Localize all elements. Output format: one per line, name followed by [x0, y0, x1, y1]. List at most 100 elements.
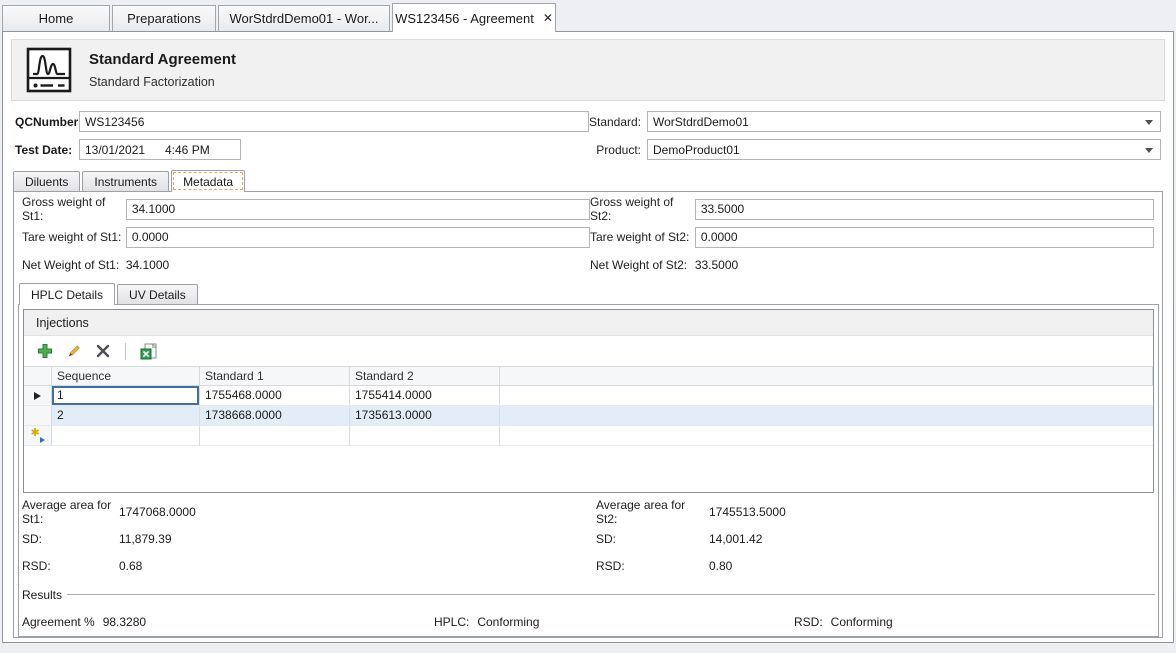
results-group-label: Results — [22, 588, 62, 602]
tab-metadata[interactable]: Metadata — [171, 170, 245, 192]
sd-st2-label: SD: — [596, 532, 709, 546]
tare-st1-input[interactable] — [126, 227, 590, 248]
edit-row-button[interactable] — [65, 342, 83, 360]
gross-st1-input[interactable] — [126, 199, 590, 220]
test-date-value: 13/01/2021 — [85, 143, 165, 157]
tare-st2-input[interactable] — [695, 227, 1154, 248]
column-header-filler — [500, 367, 1153, 385]
page-subtitle: Standard Factorization — [89, 75, 236, 89]
gross-st2-label: Gross weight of St2: — [590, 195, 690, 223]
row-header[interactable] — [24, 406, 52, 425]
tab-worstdrddemo01[interactable]: WorStdrdDemo01 - Wor... — [218, 5, 390, 31]
chevron-down-icon[interactable] — [1145, 148, 1153, 153]
new-row[interactable]: ✱ — [24, 426, 1153, 446]
tab-preparations-label: Preparations — [127, 11, 201, 26]
sd-st1-value: 11,879.39 — [119, 532, 172, 546]
new-row-icon: ✱ — [31, 429, 45, 443]
cell-filler[interactable] — [500, 406, 1153, 425]
sd-st2-value: 14,001.42 — [709, 532, 762, 546]
table-row[interactable]: 2 1738668.0000 1735613.0000 — [24, 406, 1153, 426]
application-window: Home Preparations WorStdrdDemo01 - Wor..… — [0, 0, 1176, 643]
export-excel-button[interactable] — [139, 342, 157, 360]
cell-new[interactable] — [200, 426, 350, 445]
detail-tabstrip: HPLC Details UV Details — [14, 283, 1162, 304]
separator-line — [67, 594, 1155, 595]
tab-worstdrddemo01-label: WorStdrdDemo01 - Wor... — [229, 11, 378, 26]
agreement-result: Agreement % 98.3280 — [22, 615, 434, 629]
add-icon — [37, 343, 53, 359]
rsd-result-label: RSD: — [794, 615, 823, 629]
toolbar-separator — [125, 343, 126, 360]
hplc-details-tabpage: Injections — [18, 304, 1159, 637]
chevron-down-icon[interactable] — [1145, 120, 1153, 125]
close-icon[interactable]: ✕ — [543, 12, 553, 24]
tab-diluents[interactable]: Diluents — [13, 171, 80, 191]
gross-st1-label: Gross weight of St1: — [22, 195, 126, 223]
tab-preparations[interactable]: Preparations — [112, 5, 216, 31]
tab-diluents-label: Diluents — [25, 175, 68, 189]
net-st2-value: 33.5000 — [695, 258, 1154, 272]
chromatogram-icon — [26, 47, 72, 93]
standard-combobox[interactable]: WorStdrdDemo01 — [647, 111, 1161, 132]
tab-hplc-details[interactable]: HPLC Details — [19, 283, 115, 305]
column-header-standard2[interactable]: Standard 2 — [350, 367, 500, 385]
product-label: Product: — [589, 143, 641, 157]
tab-home[interactable]: Home — [2, 5, 110, 31]
cell-filler[interactable] — [500, 426, 1153, 445]
cell-sequence-1[interactable]: 1 — [52, 386, 200, 405]
hplc-result: HPLC: Conforming — [434, 615, 794, 629]
cell-sequence-2[interactable]: 2 — [52, 406, 200, 425]
cell-standard2-2[interactable]: 1735613.0000 — [350, 406, 500, 425]
add-row-button[interactable] — [36, 342, 54, 360]
tare-st1-label: Tare weight of St1: — [22, 230, 126, 244]
cell-standard1-1[interactable]: 1755468.0000 — [200, 386, 350, 405]
tab-uv-details-label: UV Details — [129, 288, 186, 302]
sd-st1-label: SD: — [22, 532, 119, 546]
page-header: Standard Agreement Standard Factorizatio… — [11, 39, 1165, 101]
column-header-standard1[interactable]: Standard 1 — [200, 367, 350, 385]
tab-ws123456-agreement[interactable]: WS123456 - Agreement ✕ — [392, 3, 556, 32]
product-combobox[interactable]: DemoProduct01 — [647, 139, 1161, 160]
row-header-new[interactable]: ✱ — [24, 426, 52, 445]
product-combobox-value: DemoProduct01 — [653, 143, 740, 157]
cell-standard2-1[interactable]: 1755414.0000 — [350, 386, 500, 405]
injections-toolbar — [24, 336, 1153, 366]
standard-label: Standard: — [589, 115, 641, 129]
st1-stats: Average area for St1: 1747068.0000 SD: 1… — [22, 505, 596, 586]
tab-instruments[interactable]: Instruments — [82, 171, 169, 191]
page-title: Standard Agreement — [89, 51, 236, 68]
cell-standard1-2[interactable]: 1738668.0000 — [200, 406, 350, 425]
rsd-st2-label: RSD: — [596, 559, 709, 573]
hplc-result-value: Conforming — [477, 615, 539, 629]
agreement-page: Standard Agreement Standard Factorizatio… — [2, 31, 1174, 643]
metadata-tabpage: Gross weight of St1: Gross weight of St2… — [13, 191, 1163, 638]
current-row-arrow-icon — [34, 392, 41, 400]
table-row[interactable]: 1 1755468.0000 1755414.0000 — [24, 386, 1153, 406]
delete-row-button[interactable] — [94, 342, 112, 360]
row-header-current[interactable] — [24, 386, 52, 405]
form-area: QCNumber: Standard: WorStdrdDemo01 Test … — [3, 101, 1173, 160]
test-date-input[interactable]: 13/01/2021 4:46 PM — [79, 139, 241, 160]
grid-corner-cell[interactable] — [24, 367, 52, 385]
gross-st2-input[interactable] — [695, 199, 1154, 220]
rsd-result-value: Conforming — [831, 615, 893, 629]
cell-new[interactable] — [350, 426, 500, 445]
avg-st1-label: Average area for St1: — [22, 498, 119, 526]
column-header-sequence[interactable]: Sequence — [52, 367, 200, 385]
cell-new[interactable] — [52, 426, 200, 445]
qcnumber-input[interactable] — [79, 111, 589, 132]
rsd-st2-value: 0.80 — [709, 559, 732, 573]
test-date-label: Test Date: — [15, 143, 79, 157]
delete-x-icon — [95, 343, 111, 359]
st2-stats: Average area for St2: 1745513.5000 SD: 1… — [596, 505, 786, 586]
results-row: Agreement % 98.3280 HPLC: Conforming RSD… — [19, 614, 1158, 629]
tab-uv-details[interactable]: UV Details — [117, 284, 198, 304]
test-time-value: 4:46 PM — [165, 143, 210, 157]
cell-filler[interactable] — [500, 386, 1153, 405]
agreement-label: Agreement % — [22, 615, 95, 629]
avg-st1-value: 1747068.0000 — [119, 505, 196, 519]
standard-combobox-value: WorStdrdDemo01 — [653, 115, 749, 129]
net-st2-label: Net Weight of St2: — [590, 258, 690, 272]
net-st1-label: Net Weight of St1: — [22, 258, 126, 272]
tab-metadata-label: Metadata — [183, 175, 233, 189]
